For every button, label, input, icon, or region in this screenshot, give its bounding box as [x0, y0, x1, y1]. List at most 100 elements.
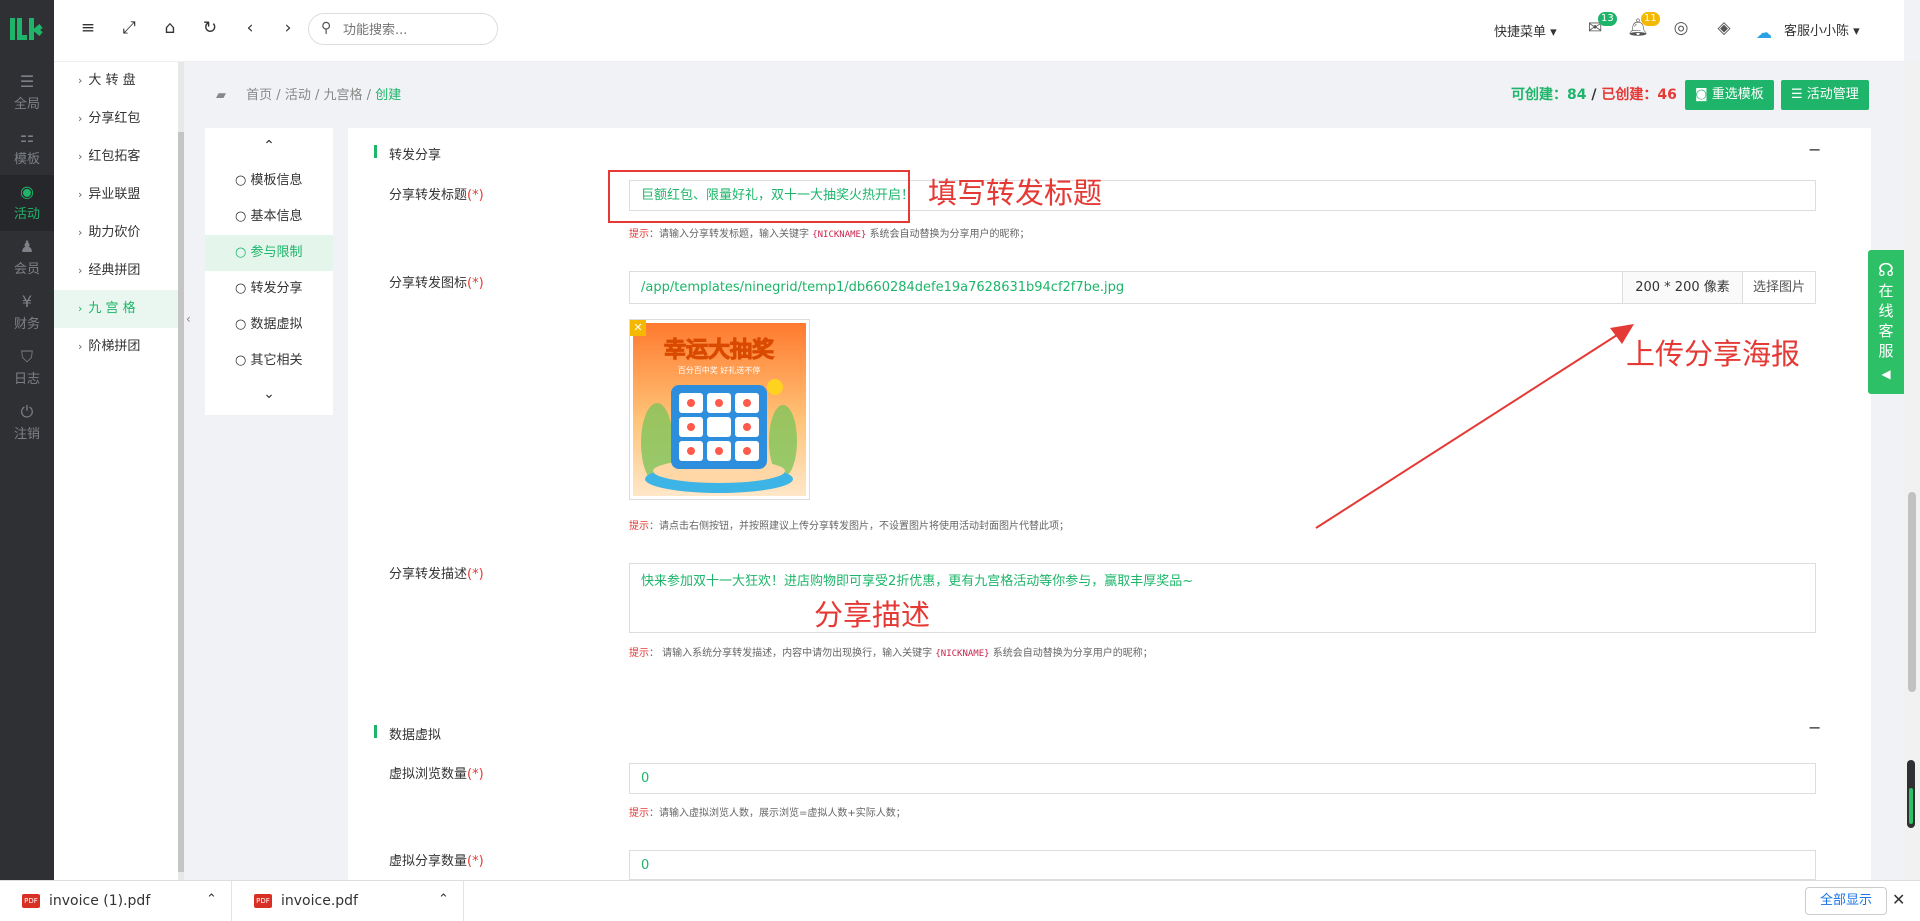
submenu-item[interactable]: › 经典拼团 — [54, 252, 178, 290]
mail-count-badge: 13 — [1598, 12, 1617, 26]
collapse-share-button[interactable]: − — [1808, 140, 1821, 159]
breadcrumb-activity[interactable]: 活动 — [285, 88, 311, 103]
form-panel: 转发分享 − 分享转发标题(*) 巨额红包、限量好礼，双十一大抽奖火热开启！ 提… — [348, 128, 1871, 880]
virtual-views-input[interactable]: 0 — [629, 763, 1816, 794]
main-sidebar: ☰ 全局 ⚏ 模板 ◉ 活动 ♟ 会员 ¥ 财务 ⛉ 日志 ⏻ 注销 — [0, 0, 54, 880]
activity-submenu: › 大 转 盘 › 分享红包 › 红包拓客 › 异业联盟 › 助力砍价 › 经典拼团 › 九 … — [54, 62, 178, 880]
submenu-scrollbar[interactable] — [178, 62, 184, 880]
submenu-scrollbar-thumb[interactable] — [178, 132, 184, 872]
share-title-label: 分享转发标题(*) — [389, 188, 484, 203]
breadcrumb-ninegrid[interactable]: 九宫格 — [324, 88, 363, 103]
select-image-button[interactable]: 选择图片 — [1743, 271, 1816, 304]
breadcrumb-home[interactable]: 首页 — [246, 88, 272, 103]
reselect-template-button[interactable]: ◙ 重选模板 — [1685, 80, 1774, 110]
collapse-virtual-button[interactable]: − — [1808, 718, 1821, 737]
avatar: ☁ — [1756, 22, 1772, 42]
step-item[interactable]: ○ 基本信息 — [205, 199, 333, 235]
step-item[interactable]: ○ 转发分享 — [205, 271, 333, 307]
power-icon: ⏻ — [20, 402, 34, 421]
activity-quota: 可创建：84 / 已创建：46 — [1511, 87, 1677, 103]
download-item[interactable]: PDF invoice.pdf ⌃ — [232, 881, 464, 921]
chevron-right-icon: › — [78, 264, 83, 277]
virtual-shares-label: 虚拟分享数量(*) — [389, 854, 484, 869]
chevron-right-icon: › — [78, 112, 83, 125]
chevron-up-icon[interactable]: ⌃ — [206, 892, 217, 907]
app-logo[interactable] — [10, 18, 44, 44]
chevron-right-icon: › — [78, 226, 83, 239]
breadcrumb-current: 创建 — [375, 88, 402, 103]
virtual-views-hint: 提示：请输入虚拟浏览人数，展示浏览=虚拟人数+实际人数； — [629, 808, 906, 819]
menu-toggle-icon[interactable]: ≡ — [76, 18, 100, 38]
online-service-tab[interactable]: ☊ 在 线 客 服 ◀ — [1868, 250, 1904, 394]
submenu-item[interactable]: › 阶梯拼团 — [54, 328, 178, 366]
folder-icon: ▰ — [216, 88, 226, 103]
download-item[interactable]: PDF invoice (1).pdf ⌃ — [0, 881, 232, 921]
step-navigator: ⌃ ○ 模板信息 ○ 基本信息 ○ 参与限制 ○ 转发分享 ○ 数据虚拟 ○ 其… — [205, 128, 333, 415]
list-icon: ☰ — [1791, 87, 1807, 102]
annotation-poster: 上传分享海报 — [1626, 337, 1801, 371]
nav-activity[interactable]: ◉ 活动 — [0, 175, 54, 231]
quick-menu-dropdown[interactable]: 快捷菜单 ▾ — [1494, 21, 1557, 40]
nav-finance[interactable]: ¥ 财务 — [0, 285, 54, 341]
function-search[interactable]: ⚲ — [308, 13, 498, 45]
forward-icon[interactable]: › — [276, 18, 300, 38]
share-icon-hint: 提示：请点击右侧按钮，并按照建议上传分享转发图片，不设置图片将使用活动封面图片代… — [629, 521, 1069, 532]
search-icon: ⚲ — [321, 20, 332, 36]
share-desc-textarea[interactable]: 快来参加双十一大狂欢！进店购物即可享受2折优惠，更有九宫格活动等你参与，赢取丰厚… — [629, 563, 1816, 633]
page-scrollbar[interactable] — [1904, 62, 1920, 880]
virtual-shares-input[interactable]: 0 — [629, 850, 1816, 880]
submenu-item-active[interactable]: › 九 宫 格 — [54, 290, 178, 328]
search-input[interactable] — [343, 20, 483, 40]
scroll-indicator — [1907, 760, 1915, 828]
user-menu[interactable]: ☁ 客服小小陈 ▾ — [1756, 20, 1860, 42]
share-desc-hint: 提示： 请输入系统分享转发描述，内容中请勿出现换行，输入关键字 {NICKNAM… — [629, 648, 1153, 659]
share-desc-label: 分享转发描述(*) — [389, 567, 484, 582]
share-poster-thumbnail[interactable]: 幸运大抽奖 百分百中奖 好礼送不停 ✕ — [629, 319, 810, 500]
poster-title: 幸运大抽奖 — [664, 337, 775, 363]
nav-global[interactable]: ☰ 全局 — [0, 65, 54, 121]
submenu-item[interactable]: › 红包拓客 — [54, 138, 178, 176]
home-icon[interactable]: ⌂ — [158, 18, 182, 38]
downloads-bar: PDF invoice (1).pdf ⌃ PDF invoice.pdf ⌃ … — [0, 880, 1920, 921]
money-icon: ¥ — [21, 292, 33, 311]
sliders-icon: ☰ — [19, 72, 35, 91]
nav-logout[interactable]: ⏻ 注销 — [0, 395, 54, 451]
nav-logs[interactable]: ⛉ 日志 — [0, 340, 54, 396]
chevron-down-icon[interactable]: ⌄ — [205, 386, 333, 402]
annotation-title: 填写转发标题 — [928, 176, 1103, 210]
nav-members[interactable]: ♟ 会员 — [0, 230, 54, 286]
share-icon-path-input[interactable]: /app/templates/ninegrid/temp1/db660284de… — [629, 271, 1623, 304]
step-item[interactable]: ○ 其它相关 — [205, 343, 333, 379]
mail-icon[interactable]: ✉ 13 — [1584, 12, 1617, 38]
chevron-up-icon[interactable]: ⌃ — [438, 892, 449, 907]
submenu-item[interactable]: › 分享红包 — [54, 100, 178, 138]
notify-count-badge: 11 — [1641, 12, 1660, 26]
close-icon[interactable]: ✕ — [1892, 890, 1905, 909]
virtual-views-label: 虚拟浏览数量(*) — [389, 767, 484, 782]
step-item[interactable]: ○ 数据虚拟 — [205, 307, 333, 343]
remove-image-icon[interactable]: ✕ — [630, 320, 646, 336]
page-scrollbar-thumb[interactable] — [1908, 492, 1916, 692]
annotation-desc: 分享描述 — [814, 598, 931, 632]
nav-template[interactable]: ⚏ 模板 — [0, 120, 54, 176]
refresh-icon[interactable]: ↻ — [198, 18, 222, 38]
chevron-up-icon[interactable]: ⌃ — [205, 138, 333, 154]
section-title-virtual: 数据虚拟 — [374, 724, 441, 743]
pocket-icon[interactable]: ◈ — [1713, 18, 1735, 38]
submenu-item[interactable]: › 异业联盟 — [54, 176, 178, 214]
fullscreen-icon[interactable]: ⤢ — [117, 18, 141, 38]
collapse-sidebar-icon[interactable]: ‹ — [186, 312, 191, 326]
submenu-item[interactable]: › 大 转 盘 — [54, 62, 178, 100]
activity-manage-button[interactable]: ☰ 活动管理 — [1781, 80, 1869, 110]
back-icon[interactable]: ‹ — [238, 18, 262, 38]
step-item-active[interactable]: ○ 参与限制 — [205, 235, 333, 271]
profile-icon[interactable]: ◎ — [1670, 18, 1692, 38]
top-header: ≡ ⤢ ⌂ ↻ ‹ › ⚲ 快捷菜单 ▾ ✉ 13 🔔︎ 11 ◎ ◈ ☁客服小… — [54, 0, 1904, 62]
poster-subtitle: 百分百中奖 好礼送不停 — [678, 365, 761, 375]
step-item[interactable]: ○ 模板信息 — [205, 163, 333, 199]
bell-icon[interactable]: 🔔︎ 11 — [1627, 12, 1660, 38]
headset-icon: ☊ — [1878, 260, 1894, 281]
caret-left-icon: ◀ — [1881, 367, 1891, 381]
submenu-item[interactable]: › 助力砍价 — [54, 214, 178, 252]
show-all-downloads-button[interactable]: 全部显示 — [1805, 887, 1888, 915]
